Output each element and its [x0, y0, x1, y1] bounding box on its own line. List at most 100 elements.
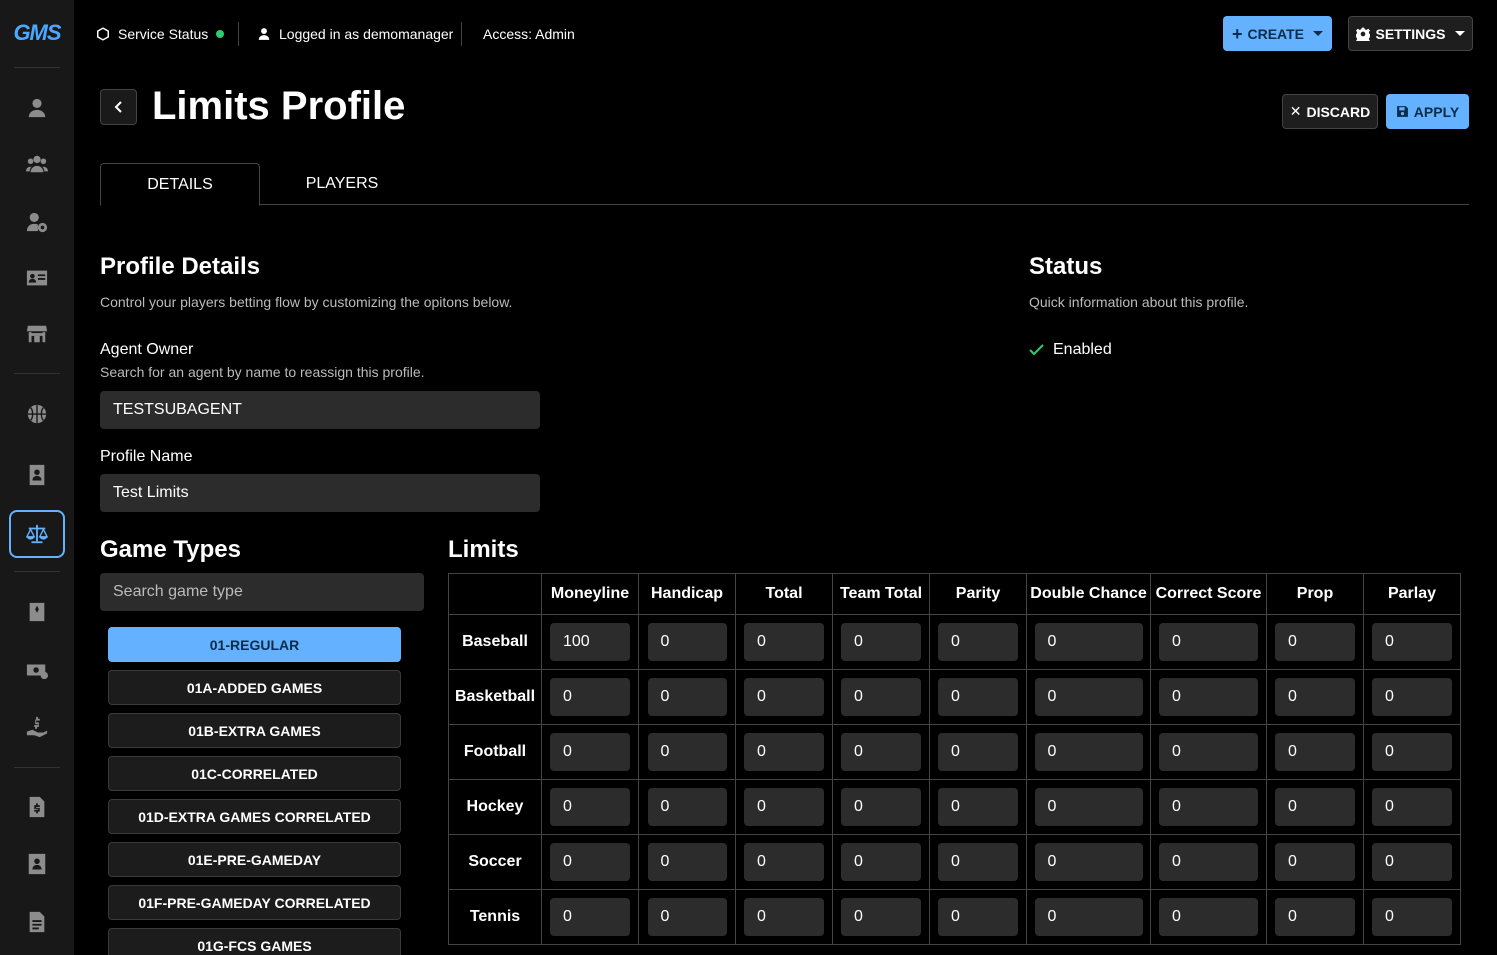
- limit-value-input[interactable]: 0: [841, 843, 921, 881]
- limits-cell: 0: [1266, 614, 1364, 670]
- apply-button[interactable]: APPLY: [1386, 94, 1469, 129]
- sidebar-item-reports[interactable]: [18, 903, 56, 941]
- limit-value-input[interactable]: 0: [1275, 898, 1355, 936]
- limit-value-input[interactable]: 0: [550, 898, 630, 936]
- game-type-list: 01-REGULAR 01A-ADDED GAMES 01B-EXTRA GAM…: [100, 620, 424, 955]
- limit-value-input[interactable]: 0: [647, 733, 727, 771]
- create-button[interactable]: + CREATE: [1223, 16, 1332, 51]
- sidebar-item-user-settings[interactable]: [18, 203, 56, 241]
- game-type-item[interactable]: 01A-ADDED GAMES: [108, 670, 401, 705]
- sidebar-item-id-card[interactable]: [18, 259, 56, 297]
- limit-value-input[interactable]: 0: [647, 678, 727, 716]
- limit-value-input[interactable]: 0: [1372, 788, 1452, 826]
- profile-name-input[interactable]: Test Limits: [100, 474, 540, 512]
- sidebar-item-player-profile[interactable]: [18, 456, 56, 494]
- limit-value-input[interactable]: 0: [647, 843, 727, 881]
- limit-value-input[interactable]: 0: [1372, 623, 1452, 661]
- limit-value-input[interactable]: 0: [744, 898, 824, 936]
- limit-value-input[interactable]: 0: [841, 678, 921, 716]
- limits-header-row: Moneyline Handicap Total Team Total Parity Do…: [448, 573, 1461, 615]
- tab-players[interactable]: PLAYERS: [262, 163, 422, 205]
- limit-value-input[interactable]: 100: [550, 623, 630, 661]
- limit-value-input[interactable]: 0: [647, 898, 727, 936]
- limit-value-input[interactable]: 0: [938, 733, 1018, 771]
- agent-owner-label: Agent Owner: [100, 341, 194, 358]
- tab-details[interactable]: DETAILS: [100, 163, 260, 206]
- limit-value-input[interactable]: 0: [1275, 678, 1355, 716]
- limit-value-input[interactable]: 0: [1034, 623, 1143, 661]
- limit-value-input[interactable]: 0: [1159, 623, 1258, 661]
- limit-value-input[interactable]: 0: [938, 623, 1018, 661]
- limit-value-input[interactable]: 0: [1372, 843, 1452, 881]
- settings-button[interactable]: SETTINGS: [1348, 16, 1473, 51]
- limit-value-input[interactable]: 0: [1275, 788, 1355, 826]
- limit-value-input[interactable]: 0: [1275, 843, 1355, 881]
- invoice-dollar-icon: [29, 796, 45, 818]
- sidebar-item-user[interactable]: [18, 89, 56, 127]
- sidebar-item-users[interactable]: [18, 145, 56, 183]
- user-icon: [28, 98, 46, 118]
- discard-button[interactable]: ✕ DISCARD: [1282, 94, 1378, 129]
- limit-value-input[interactable]: 0: [938, 898, 1018, 936]
- app-logo[interactable]: GMS: [10, 20, 64, 46]
- limits-cell: 0: [832, 724, 930, 780]
- limit-value-input[interactable]: 0: [841, 898, 921, 936]
- sidebar-item-player-reports[interactable]: [18, 845, 56, 883]
- sidebar-item-deposits[interactable]: [18, 708, 56, 746]
- limit-value-input[interactable]: 0: [550, 843, 630, 881]
- limits-cell: 0: [541, 834, 639, 890]
- limit-value-input[interactable]: 0: [1372, 733, 1452, 771]
- limit-value-input[interactable]: 0: [938, 843, 1018, 881]
- limit-value-input[interactable]: 0: [1372, 898, 1452, 936]
- game-type-item[interactable]: 01D-EXTRA GAMES CORRELATED: [108, 799, 401, 834]
- limit-value-input[interactable]: 0: [841, 733, 921, 771]
- back-button[interactable]: [100, 89, 137, 125]
- limit-value-input[interactable]: 0: [1034, 733, 1143, 771]
- sidebar-item-cash-settings[interactable]: [18, 651, 56, 689]
- limit-value-input[interactable]: 0: [744, 678, 824, 716]
- game-type-item[interactable]: 01C-CORRELATED: [108, 756, 401, 791]
- limit-value-input[interactable]: 0: [1034, 788, 1143, 826]
- limit-value-input[interactable]: 0: [1034, 678, 1143, 716]
- limit-value-input[interactable]: 0: [1275, 733, 1355, 771]
- limit-value-input[interactable]: 0: [744, 733, 824, 771]
- agent-owner-input[interactable]: TESTSUBAGENT: [100, 391, 540, 429]
- limit-value-input[interactable]: 0: [550, 733, 630, 771]
- game-type-item[interactable]: 01-REGULAR: [108, 627, 401, 662]
- sidebar-item-tickets[interactable]: [18, 593, 56, 631]
- limit-value-input[interactable]: 0: [938, 788, 1018, 826]
- game-type-item[interactable]: 01B-EXTRA GAMES: [108, 713, 401, 748]
- game-type-item[interactable]: 01G-FCS GAMES: [108, 928, 401, 955]
- game-type-item[interactable]: 01E-PRE-GAMEDAY: [108, 842, 401, 877]
- sidebar-item-invoices[interactable]: [18, 788, 56, 826]
- limit-value-input[interactable]: 0: [938, 678, 1018, 716]
- game-type-search-input[interactable]: Search game type: [100, 573, 424, 611]
- game-type-item[interactable]: 01F-PRE-GAMEDAY CORRELATED: [108, 885, 401, 920]
- limit-value-input[interactable]: 0: [1159, 678, 1258, 716]
- limit-value-input[interactable]: 0: [1275, 623, 1355, 661]
- limit-value-input[interactable]: 0: [1159, 733, 1258, 771]
- limit-value-input[interactable]: 0: [1159, 788, 1258, 826]
- limit-value-input[interactable]: 0: [1159, 843, 1258, 881]
- limit-value-input[interactable]: 0: [744, 623, 824, 661]
- limit-value-input[interactable]: 0: [744, 843, 824, 881]
- limit-value-input[interactable]: 0: [550, 678, 630, 716]
- limits-heading: Limits: [448, 536, 519, 563]
- limit-value-input[interactable]: 0: [744, 788, 824, 826]
- limit-value-input[interactable]: 0: [647, 788, 727, 826]
- limit-value-input[interactable]: 0: [841, 788, 921, 826]
- limit-value-input[interactable]: 0: [1034, 898, 1143, 936]
- limit-value-input[interactable]: 0: [1159, 898, 1258, 936]
- limit-value-input[interactable]: 0: [550, 788, 630, 826]
- limit-value-input[interactable]: 0: [1034, 843, 1143, 881]
- limit-value-input[interactable]: 0: [1372, 678, 1452, 716]
- service-status[interactable]: Service Status: [96, 24, 225, 44]
- limit-value-input[interactable]: 0: [647, 623, 727, 661]
- sidebar-item-sports[interactable]: [18, 395, 56, 433]
- service-status-label: Service Status: [118, 26, 209, 42]
- balance-scale-icon: [26, 524, 48, 544]
- sidebar-item-store[interactable]: [18, 315, 56, 353]
- plus-icon: +: [1231, 23, 1243, 44]
- limit-value-input[interactable]: 0: [841, 623, 921, 661]
- sidebar-item-limits[interactable]: [9, 510, 65, 558]
